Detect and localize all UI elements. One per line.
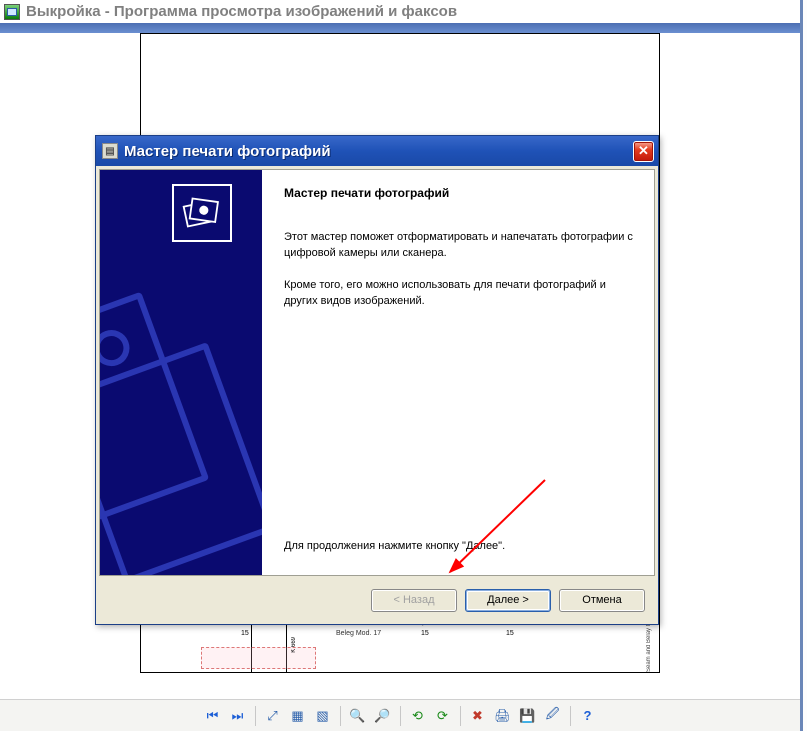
viewer-title-accent bbox=[0, 23, 800, 33]
close-icon[interactable]: ✕ bbox=[633, 141, 654, 162]
zoom-out-button[interactable]: 🔎 bbox=[372, 705, 394, 727]
wizard-button-row: < Назад Далее > Отмена bbox=[99, 579, 655, 621]
wizard-continue-hint: Для продолжения нажмите кнопку "Далее". bbox=[284, 539, 634, 555]
toolbar-separator bbox=[400, 706, 401, 726]
wizard-heading: Мастер печати фотографий bbox=[284, 186, 634, 200]
cancel-button[interactable]: Отмена bbox=[559, 589, 645, 612]
photos-icon bbox=[172, 184, 232, 242]
rotate-right-button[interactable]: ⟳ bbox=[432, 705, 454, 727]
zoom-in-button[interactable]: 🔍 bbox=[347, 705, 369, 727]
actual-size-button[interactable]: ▦ bbox=[287, 705, 309, 727]
viewer-app-icon bbox=[4, 4, 20, 20]
best-fit-button[interactable]: ⤢ bbox=[262, 705, 284, 727]
mark-15: 15 bbox=[421, 630, 429, 637]
wizard-title-text: Мастер печати фотографий bbox=[124, 143, 627, 160]
wizard-paragraph-2: Кроме того, его можно использовать для п… bbox=[284, 278, 634, 310]
viewer-titlebar: Выкройка - Программа просмотра изображен… bbox=[0, 0, 800, 23]
wizard-title-icon: ▤ bbox=[102, 143, 118, 159]
rotate-left-button[interactable]: ⟲ bbox=[407, 705, 429, 727]
edit-button[interactable]: 🖉 bbox=[542, 705, 564, 727]
toolbar-separator bbox=[255, 706, 256, 726]
delete-button[interactable]: ✖ bbox=[467, 705, 489, 727]
next-image-button[interactable]: ⏭ bbox=[227, 705, 249, 727]
save-button[interactable]: 💾 bbox=[517, 705, 539, 727]
prev-image-button[interactable]: ⏮ bbox=[202, 705, 224, 727]
print-wizard-dialog: ▤ Мастер печати фотографий ✕ М bbox=[95, 135, 659, 625]
wizard-paragraph-1: Этот мастер поможет отформатировать и на… bbox=[284, 230, 634, 262]
mark-15: 15 bbox=[506, 630, 514, 637]
slideshow-button[interactable]: ▧ bbox=[312, 705, 334, 727]
wizard-body: Мастер печати фотографий Этот мастер пом… bbox=[99, 169, 655, 576]
wizard-side-banner bbox=[100, 170, 262, 575]
k-label: K 669 bbox=[291, 637, 297, 653]
toolbar-separator bbox=[460, 706, 461, 726]
pattern-label: Beleg Mod. 17 bbox=[336, 630, 381, 637]
next-button[interactable]: Далее > bbox=[465, 589, 551, 612]
back-button: < Назад bbox=[371, 589, 457, 612]
wizard-titlebar[interactable]: ▤ Мастер печати фотографий ✕ bbox=[96, 136, 658, 166]
print-button[interactable]: 🖨 bbox=[492, 705, 514, 727]
mark-15: 15 bbox=[241, 630, 249, 637]
help-button[interactable]: ? bbox=[577, 705, 599, 727]
wizard-main-panel: Мастер печати фотографий Этот мастер пом… bbox=[262, 170, 654, 575]
viewer-title-text: Выкройка - Программа просмотра изображен… bbox=[26, 3, 457, 20]
toolbar-separator bbox=[340, 706, 341, 726]
banner-decoration bbox=[100, 251, 262, 575]
toolbar-separator bbox=[570, 706, 571, 726]
viewer-toolbar: ⏮ ⏭ ⤢ ▦ ▧ 🔍 🔎 ⟲ ⟳ ✖ 🖨 💾 🖉 ? bbox=[0, 699, 800, 731]
